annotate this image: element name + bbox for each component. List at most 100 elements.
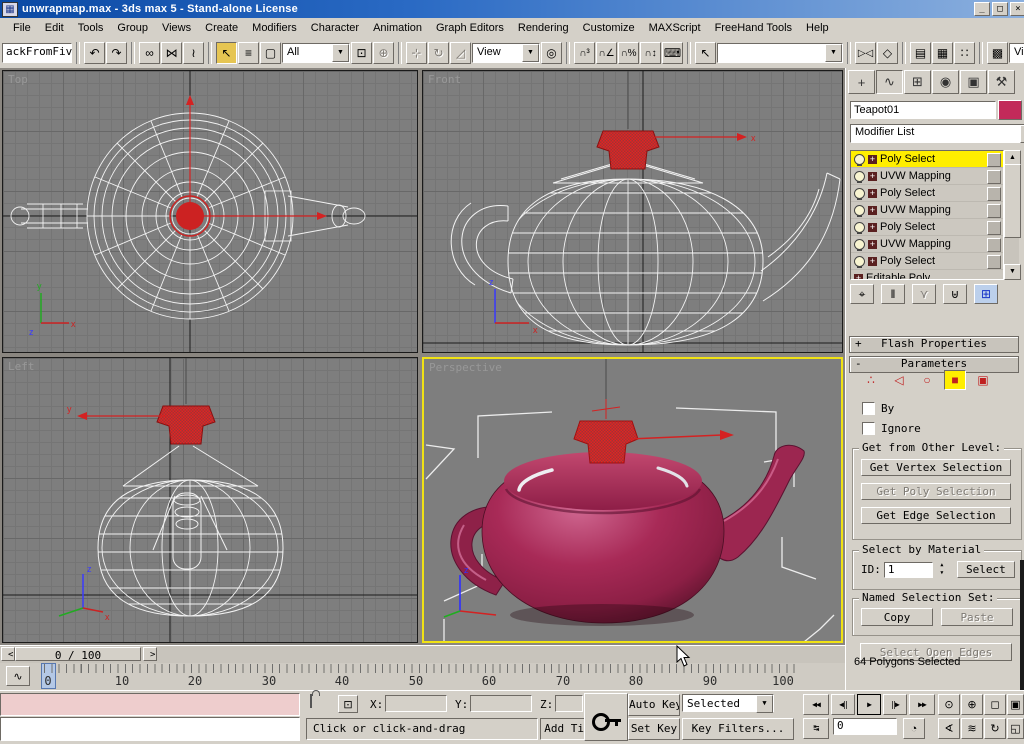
rotate-button[interactable]: ↻ [428, 42, 449, 64]
expand-icon[interactable]: + [868, 223, 877, 232]
scale-button[interactable]: ◿ [450, 42, 471, 64]
dropdown-arrow-icon[interactable]: ▼ [756, 695, 773, 713]
next-frame-button[interactable]: ‖▶ [883, 694, 907, 715]
selection-region-button[interactable]: ▢ [260, 42, 281, 64]
zoom-extents-all-icon[interactable]: ▣ [1007, 694, 1024, 715]
visibility-bulb-icon[interactable] [854, 222, 865, 233]
border-subobject-icon[interactable]: ○ [916, 370, 938, 390]
stack-row[interactable]: + UVW Mapping [851, 236, 1003, 253]
select-by-id-button[interactable]: Select [957, 561, 1015, 578]
min-max-toggle-icon[interactable]: ◱ [1007, 718, 1024, 739]
menu-customize[interactable]: Customize [576, 20, 642, 36]
stack-row[interactable]: + UVW Mapping [851, 168, 1003, 185]
track-bar[interactable]: ∿ 0 10 20 30 40 50 60 70 80 90 100 [0, 663, 845, 691]
menu-rendering[interactable]: Rendering [511, 20, 576, 36]
visibility-bulb-icon[interactable] [854, 256, 865, 267]
align-button[interactable]: ◇ [877, 42, 898, 64]
menu-help[interactable]: Help [799, 20, 836, 36]
window-crossing-toggle[interactable]: ⊡ [351, 42, 372, 64]
selection-filter-dropdown[interactable]: All▼ [282, 43, 350, 63]
prev-frame-arrow[interactable]: < [1, 647, 15, 661]
expand-icon[interactable]: + [868, 240, 877, 249]
x-coordinate-field[interactable] [385, 695, 447, 712]
active-toggle[interactable] [987, 255, 1001, 269]
get-poly-selection-button[interactable]: Get Poly Selection [861, 483, 1011, 500]
visibility-bulb-icon[interactable] [854, 171, 865, 182]
expand-icon[interactable]: + [868, 206, 877, 215]
select-manipulate-button[interactable]: ⊕ [373, 42, 394, 64]
stack-scrollbar[interactable]: ▲ ▼ [1004, 150, 1019, 280]
restore-button[interactable]: □ [992, 2, 1008, 16]
stack-row[interactable]: + Poly Select [851, 185, 1003, 202]
viewport-front[interactable]: Front [422, 70, 843, 353]
mirror-button[interactable]: ▷◁ [855, 42, 876, 64]
set-key-button[interactable]: Set Key [628, 718, 680, 740]
menu-create[interactable]: Create [198, 20, 245, 36]
spin-up-icon[interactable]: ▲ [936, 562, 948, 570]
expand-icon[interactable]: + [868, 257, 877, 266]
menu-views[interactable]: Views [155, 20, 198, 36]
bind-spacewarp-icon[interactable]: ≀ [183, 42, 204, 64]
arc-rotate-icon[interactable]: ↻ [984, 718, 1006, 739]
show-end-result-icon[interactable]: ‖ [881, 284, 905, 304]
title-bar[interactable]: ▦ unwrapmap.max - 3ds max 5 - Stand-alon… [0, 0, 1024, 18]
menu-character[interactable]: Character [304, 20, 366, 36]
viewport-top[interactable]: Top [2, 70, 418, 353]
stack-row[interactable]: + Poly Select [851, 253, 1003, 270]
tab-display-icon[interactable]: ▣ [960, 70, 987, 94]
previous-frame-button[interactable]: ◀‖ [831, 694, 855, 715]
active-toggle[interactable] [987, 153, 1001, 167]
set-keys-button[interactable] [584, 693, 628, 741]
modifier-list-dropdown[interactable]: Modifier List ▼ [850, 124, 1024, 143]
rollout-flash-properties[interactable]: + Flash Properties [849, 336, 1019, 353]
remove-modifier-icon[interactable]: ⊎ [943, 284, 967, 304]
play-button[interactable]: ▶ [857, 694, 881, 715]
menu-modifiers[interactable]: Modifiers [245, 20, 304, 36]
menu-freehand-tools[interactable]: FreeHand Tools [708, 20, 799, 36]
material-id-field[interactable]: 1 [884, 562, 933, 578]
keyboard-override-toggle[interactable]: ⌨ [662, 42, 683, 64]
curve-editor-button[interactable]: ▤ [910, 42, 931, 64]
named-selections-dropdown[interactable]: ▼ [717, 43, 843, 63]
go-to-end-button[interactable]: ▶▶ [909, 694, 935, 715]
expand-icon[interactable]: + [868, 189, 877, 198]
auto-key-button[interactable]: Auto Key [628, 694, 680, 716]
tab-motion-icon[interactable]: ◉ [932, 70, 959, 94]
visibility-bulb-icon[interactable] [854, 154, 865, 165]
zoom-extents-icon[interactable]: ◻ [984, 694, 1006, 715]
visibility-bulb-icon[interactable] [854, 205, 865, 216]
scroll-thumb[interactable] [1004, 164, 1021, 238]
pin-stack-icon[interactable]: ⌖ [850, 284, 874, 304]
y-coordinate-field[interactable] [470, 695, 532, 712]
redo-button[interactable]: ↷ [106, 42, 127, 64]
tab-modify-icon[interactable]: ∿ [876, 70, 903, 94]
expand-icon[interactable]: + [868, 172, 877, 181]
stack-row[interactable]: + Editable Poly [851, 270, 1003, 280]
history-field[interactable]: ackFromFiv [2, 43, 72, 63]
go-to-start-button[interactable]: ◀◀ [803, 694, 829, 715]
get-edge-selection-button[interactable]: Get Edge Selection [861, 507, 1011, 524]
dropdown-arrow-icon[interactable]: ▼ [332, 44, 349, 62]
active-toggle[interactable] [987, 170, 1001, 184]
named-selection-icon[interactable]: ↖ [695, 42, 716, 64]
viewport-perspective[interactable]: Perspective [422, 357, 843, 643]
scroll-down-icon[interactable]: ▼ [1004, 264, 1021, 280]
snap-percent-toggle[interactable]: ∩% [618, 42, 639, 64]
active-toggle[interactable] [987, 187, 1001, 201]
vertex-subobject-icon[interactable]: ∴ [860, 370, 882, 390]
render-type-dropdown[interactable]: View [1009, 43, 1024, 63]
active-toggle[interactable] [987, 221, 1001, 235]
make-unique-icon[interactable]: ⋎ [912, 284, 936, 304]
selection-lock-button[interactable] [310, 695, 312, 707]
minimize-button[interactable]: _ [974, 2, 990, 16]
key-mode-toggle[interactable]: ↹ [803, 718, 829, 739]
time-configuration-button[interactable]: ◔ [903, 718, 925, 739]
configure-modifier-sets-icon[interactable]: ⊞ [974, 284, 998, 304]
panel-scrollbar[interactable] [1020, 560, 1024, 690]
snap-3d-toggle[interactable]: ∩³ [574, 42, 595, 64]
object-name-field[interactable]: Teapot01 [850, 101, 996, 119]
current-frame-field[interactable]: 0 [833, 718, 897, 735]
copy-button[interactable]: Copy [861, 608, 933, 626]
dropdown-arrow-icon[interactable]: ▼ [522, 44, 539, 62]
mini-curve-editor-icon[interactable]: ∿ [6, 666, 30, 686]
